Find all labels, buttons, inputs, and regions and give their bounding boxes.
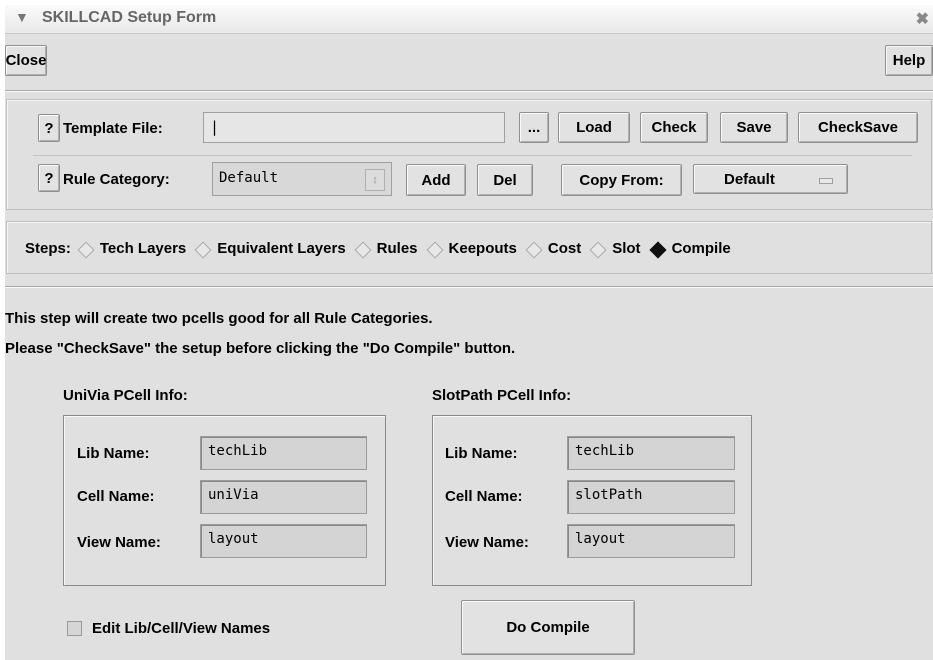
slotpath-lib-field[interactable]: techLib <box>567 436 735 470</box>
step-label: Tech Layers <box>99 240 187 257</box>
step-compile[interactable]: Compile <box>649 240 731 258</box>
rule-category-combo[interactable]: Default ↕ <box>212 162 392 196</box>
template-file-input[interactable]: | <box>203 112 505 143</box>
form-body: Close Help ? Template File: | ... Load C… <box>5 34 933 660</box>
step-label: Cost <box>547 240 582 257</box>
step-label: Rules <box>376 240 418 257</box>
template-help-button[interactable]: ? <box>38 114 60 142</box>
radio-icon <box>589 241 607 258</box>
rule-help-button[interactable]: ? <box>38 164 60 192</box>
univia-view-label: View Name: <box>77 534 161 551</box>
rule-category-value: Default <box>219 170 279 186</box>
radio-icon <box>77 241 95 258</box>
slotpath-title: SlotPath PCell Info: <box>432 387 572 404</box>
step-label: Compile <box>671 240 731 257</box>
univia-lib-field[interactable]: techLib <box>200 436 367 470</box>
window-menu-chevron-icon[interactable]: ▼ <box>15 9 29 25</box>
dropdown-indicator-icon <box>819 178 833 184</box>
skillcad-setup-window: ▼ SKILLCAD Setup Form ✖ Close Help ? Tem… <box>0 0 933 660</box>
description-line-1: This step will create two pcells good fo… <box>5 310 433 327</box>
edit-names-checkbox[interactable] <box>67 621 82 636</box>
copy-from-value: Default <box>724 170 775 188</box>
checksave-button[interactable]: CheckSave <box>798 112 918 143</box>
step-tech-layers[interactable]: Tech Layers <box>77 240 187 258</box>
slotpath-view-label: View Name: <box>445 534 529 551</box>
univia-cell-label: Cell Name: <box>77 488 155 505</box>
univia-view-field[interactable]: layout <box>200 524 367 558</box>
copy-from-button[interactable]: Copy From: <box>561 164 682 196</box>
step-label: Slot <box>612 240 641 257</box>
load-button[interactable]: Load <box>558 112 630 143</box>
row-divider <box>33 155 912 156</box>
save-button[interactable]: Save <box>720 112 788 143</box>
close-window-icon[interactable]: ✖ <box>916 9 929 29</box>
check-button[interactable]: Check <box>640 112 708 143</box>
browse-button[interactable]: ... <box>519 112 549 143</box>
slotpath-cell-label: Cell Name: <box>445 488 523 505</box>
rule-category-label: Rule Category: <box>63 171 170 188</box>
step-keepouts[interactable]: Keepouts <box>426 240 517 258</box>
do-compile-button[interactable]: Do Compile <box>461 600 635 655</box>
step-label: Equivalent Layers <box>217 240 346 257</box>
template-file-label: Template File: <box>63 120 163 137</box>
step-equivalent-layers[interactable]: Equivalent Layers <box>194 240 346 258</box>
slotpath-lib-label: Lib Name: <box>445 445 518 462</box>
combo-arrow-icon[interactable]: ↕ <box>365 169 385 191</box>
text-cursor: | <box>210 118 220 136</box>
copy-from-dropdown[interactable]: Default <box>693 164 848 194</box>
del-button[interactable]: Del <box>477 164 533 196</box>
edit-names-label: Edit Lib/Cell/View Names <box>92 620 271 637</box>
step-slot[interactable]: Slot <box>589 240 641 258</box>
step-label: Keepouts <box>448 240 517 257</box>
add-button[interactable]: Add <box>406 164 466 196</box>
title-bar[interactable]: ▼ SKILLCAD Setup Form ✖ <box>5 5 933 34</box>
steps-radio-group: Steps: Tech Layers Equivalent Layers Rul… <box>25 240 742 258</box>
radio-icon <box>194 241 212 258</box>
steps-label: Steps: <box>25 240 71 257</box>
radio-icon <box>426 241 444 258</box>
radio-icon <box>525 241 543 258</box>
slotpath-panel: Lib Name: techLib Cell Name: slotPath Vi… <box>432 415 752 586</box>
univia-lib-label: Lib Name: <box>77 445 150 462</box>
slotpath-cell-field[interactable]: slotPath <box>567 480 735 514</box>
separator <box>5 286 933 288</box>
window-title: SKILLCAD Setup Form <box>42 9 217 26</box>
template-rule-group: ? Template File: | ... Load Check Save C… <box>6 99 932 210</box>
step-rules[interactable]: Rules <box>354 240 418 258</box>
separator <box>5 90 933 92</box>
help-button[interactable]: Help <box>885 45 933 76</box>
radio-icon <box>354 241 372 258</box>
step-cost[interactable]: Cost <box>525 240 582 258</box>
slotpath-view-field[interactable]: layout <box>567 524 735 558</box>
radio-selected-icon <box>649 241 667 258</box>
univia-cell-field[interactable]: uniVia <box>200 480 367 514</box>
close-button[interactable]: Close <box>5 45 47 76</box>
description-line-2: Please "CheckSave" the setup before clic… <box>5 340 516 357</box>
univia-title: UniVia PCell Info: <box>63 387 188 404</box>
univia-panel: Lib Name: techLib Cell Name: uniVia View… <box>63 415 386 586</box>
